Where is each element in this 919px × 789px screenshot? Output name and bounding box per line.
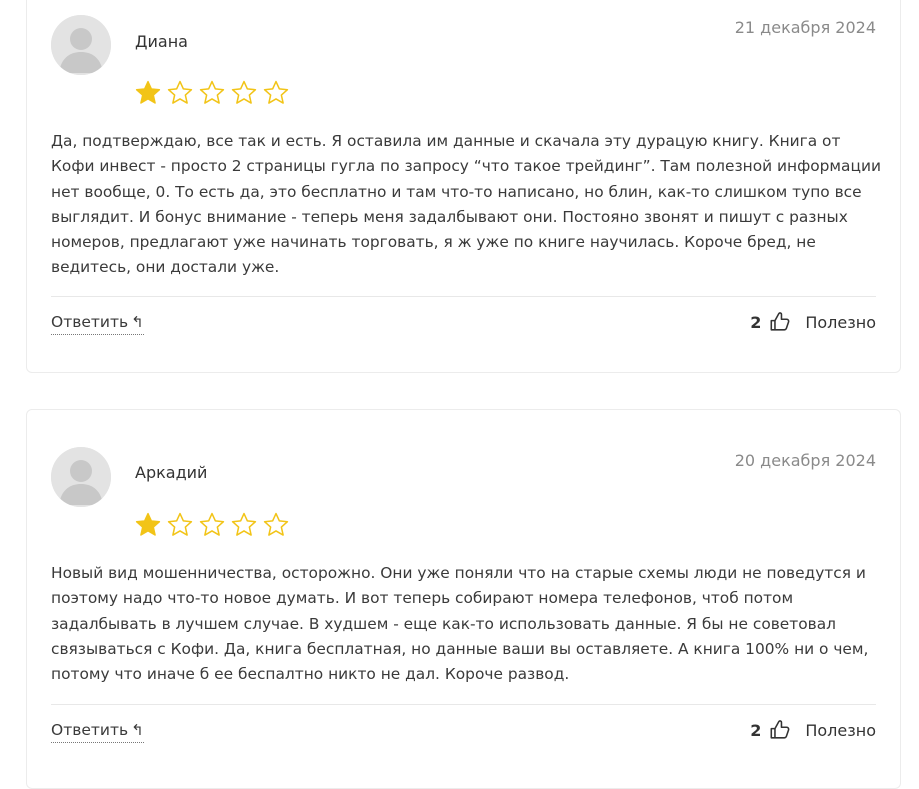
divider: [51, 296, 876, 297]
star-filled-icon: [135, 512, 161, 536]
user-avatar-icon: [51, 447, 111, 507]
divider: [51, 704, 876, 705]
user-avatar-icon: [51, 15, 111, 75]
review-date: 20 декабря 2024: [734, 451, 876, 470]
thumbs-up-icon[interactable]: [769, 719, 791, 741]
review-text: Новый вид мошенничества, осторожно. Они …: [51, 564, 869, 684]
avatar: [51, 447, 111, 507]
reply-arrow-icon: ↰: [131, 720, 144, 739]
star-empty-icon: [231, 80, 257, 104]
star-rating: [134, 79, 290, 107]
thumbs-up-icon[interactable]: [769, 311, 791, 333]
review-date: 21 декабря 2024: [734, 18, 876, 37]
review-text: Да, подтверждаю, все так и есть. Я остав…: [51, 132, 881, 277]
like-count: 2: [750, 312, 762, 332]
star-filled-icon: [135, 80, 161, 104]
helpful-section: 2 Полезно: [750, 719, 876, 741]
reply-label: Ответить: [51, 721, 129, 739]
reviewer-name: Диана: [135, 32, 188, 51]
avatar: [51, 15, 111, 75]
reviewer-name: Аркадий: [135, 463, 208, 482]
like-count: 2: [750, 720, 762, 740]
star-empty-icon: [199, 80, 225, 104]
star-empty-icon: [231, 512, 257, 536]
helpful-button[interactable]: Полезно: [805, 721, 876, 740]
star-empty-icon: [263, 512, 289, 536]
helpful-section: 2 Полезно: [750, 311, 876, 333]
helpful-button[interactable]: Полезно: [805, 313, 876, 332]
review-card: Диана 21 декабря 2024 Да, подтверждаю, в…: [26, 0, 901, 373]
reply-label: Ответить: [51, 313, 129, 331]
reply-button[interactable]: Ответить ↰: [51, 313, 144, 335]
star-empty-icon: [199, 512, 225, 536]
star-empty-icon: [263, 80, 289, 104]
reply-arrow-icon: ↰: [131, 312, 144, 331]
reply-button[interactable]: Ответить ↰: [51, 721, 144, 743]
star-empty-icon: [167, 512, 193, 536]
star-empty-icon: [167, 80, 193, 104]
review-card: Аркадий 20 декабря 2024 Новый вид мошенн…: [26, 409, 901, 789]
star-rating: [134, 511, 290, 539]
